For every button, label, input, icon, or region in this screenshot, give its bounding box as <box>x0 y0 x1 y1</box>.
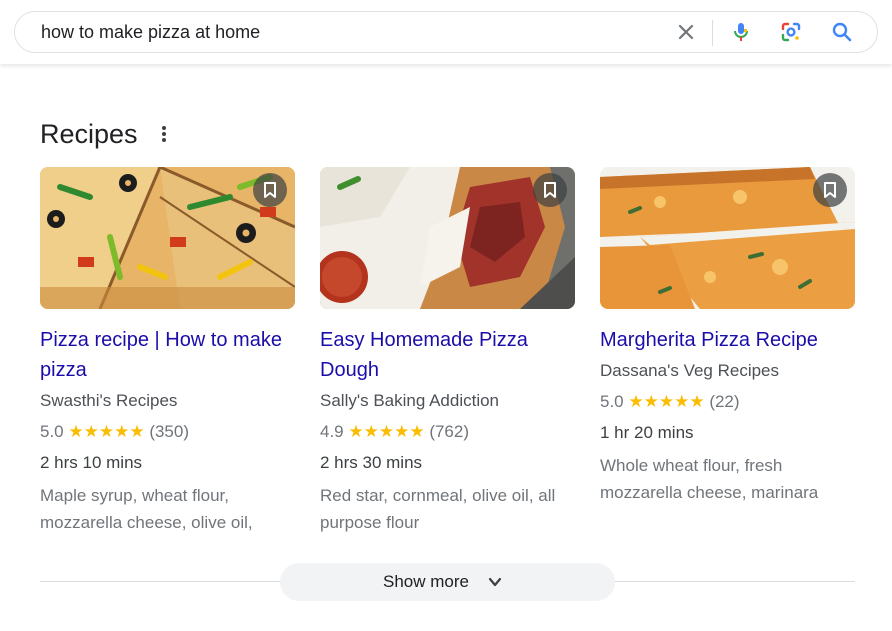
recipe-image[interactable] <box>600 167 855 309</box>
star-rating-icon: ★★★★★ <box>628 392 705 411</box>
show-more-label: Show more <box>383 572 469 591</box>
top-bar: how to make pizza at home <box>0 0 892 64</box>
recipe-card[interactable]: Easy Homemade Pizza Dough Sally's Baking… <box>320 167 575 536</box>
recipe-card[interactable]: Pizza recipe | How to make pizza Swasthi… <box>40 167 295 536</box>
search-icon[interactable] <box>830 20 854 44</box>
bookmark-icon[interactable] <box>813 173 847 207</box>
show-more-button[interactable]: Show more <box>280 563 615 601</box>
recipe-time: 1 hr 20 mins <box>600 423 694 442</box>
chevron-down-icon <box>488 577 502 587</box>
more-vert-icon[interactable] <box>156 122 172 146</box>
section-title: Recipes <box>40 119 138 149</box>
review-count: (22) <box>709 392 740 411</box>
recipe-ingredients: Whole wheat flour, fresh mozzarella chee… <box>600 456 819 502</box>
recipe-rating: 5.0 ★★★★★ (22) <box>600 389 855 415</box>
recipe-image[interactable] <box>320 167 575 309</box>
review-count: (762) <box>429 422 469 441</box>
microphone-icon[interactable] <box>729 20 753 44</box>
star-rating-icon: ★★★★★ <box>68 422 145 441</box>
recipe-ingredients: Red star, cornmeal, olive oil, all purpo… <box>320 486 556 532</box>
search-box[interactable]: how to make pizza at home <box>14 11 878 53</box>
recipe-title[interactable]: Easy Homemade Pizza Dough <box>320 325 575 385</box>
lens-icon[interactable] <box>779 20 803 44</box>
rating-value: 5.0 <box>40 422 64 441</box>
recipe-ingredients: Maple syrup, wheat flour, mozzarella che… <box>40 486 253 532</box>
star-rating-icon: ★★★★★ <box>348 422 425 441</box>
recipe-card[interactable]: Margherita Pizza Recipe Dassana's Veg Re… <box>600 167 855 506</box>
recipe-source: Swasthi's Recipes <box>40 391 178 410</box>
rating-value: 4.9 <box>320 422 344 441</box>
rating-value: 5.0 <box>600 392 624 411</box>
recipe-source: Sally's Baking Addiction <box>320 391 500 410</box>
bookmark-icon[interactable] <box>253 173 287 207</box>
recipe-source: Dassana's Veg Recipes <box>600 361 780 380</box>
recipe-rating: 4.9 ★★★★★ (762) <box>320 419 575 445</box>
recipe-rating: 5.0 ★★★★★ (350) <box>40 419 295 445</box>
recipe-title[interactable]: Margherita Pizza Recipe <box>600 325 855 355</box>
review-count: (350) <box>149 422 189 441</box>
recipe-title[interactable]: Pizza recipe | How to make pizza <box>40 325 295 385</box>
recipe-image[interactable] <box>40 167 295 309</box>
search-divider <box>712 20 713 46</box>
clear-icon[interactable] <box>674 20 698 44</box>
search-query[interactable]: how to make pizza at home <box>41 22 260 43</box>
recipe-time: 2 hrs 30 mins <box>320 453 423 472</box>
recipe-time: 2 hrs 10 mins <box>40 453 143 472</box>
bookmark-icon[interactable] <box>533 173 567 207</box>
